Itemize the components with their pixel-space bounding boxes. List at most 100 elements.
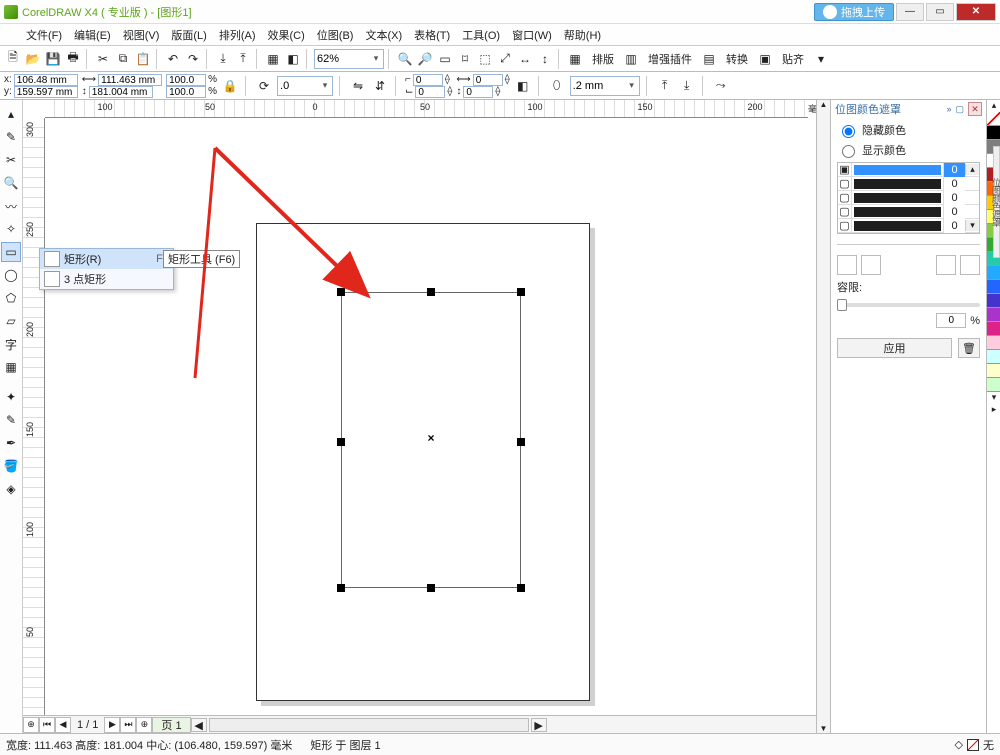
handle-s[interactable] xyxy=(427,584,435,592)
text-tool-icon[interactable]: 字 xyxy=(1,334,21,354)
menu-l[interactable]: 版面(L) xyxy=(165,28,212,44)
vertical-scrollbar[interactable] xyxy=(816,100,830,733)
zoom-width-icon[interactable]: ↔ xyxy=(516,50,534,68)
menu-e[interactable]: 编辑(E) xyxy=(68,28,117,44)
flyout-item-0[interactable]: 矩形(R) F6 xyxy=(40,249,173,269)
mask-scroll-down[interactable]: ▾ xyxy=(965,220,979,231)
save-mask-icon[interactable] xyxy=(936,255,956,275)
radio-show-input[interactable] xyxy=(842,145,855,158)
to-back-icon[interactable]: ⤓ xyxy=(678,77,696,95)
table-tool-icon[interactable]: ▦ xyxy=(1,357,21,377)
horizontal-scrollbar[interactable] xyxy=(209,718,529,732)
page-add-after-button[interactable]: ⊕ xyxy=(136,717,152,733)
shape-tool-icon[interactable]: ✎ xyxy=(1,127,21,147)
handle-se[interactable] xyxy=(517,584,525,592)
ruler-horizontal[interactable]: 毫米 10050050100150200 xyxy=(45,100,808,118)
menu-b[interactable]: 位图(B) xyxy=(311,28,360,44)
tolerance-slider[interactable] xyxy=(837,303,980,307)
height-input[interactable] xyxy=(89,86,153,98)
chevron-down-icon[interactable]: ▾ xyxy=(812,50,830,68)
corner-x-input[interactable] xyxy=(413,74,443,86)
redo-icon[interactable]: ↷ xyxy=(184,50,202,68)
mask-check[interactable]: ▢ xyxy=(838,191,852,204)
welcome-icon[interactable]: ◧ xyxy=(284,50,302,68)
menu-a[interactable]: 排列(A) xyxy=(213,28,262,44)
rectangle-tool-icon[interactable]: ▭ xyxy=(1,242,21,262)
convert-curves-icon[interactable]: ⤳ xyxy=(712,77,730,95)
enhance-icon[interactable]: ▥ xyxy=(622,50,640,68)
mask-swatch[interactable] xyxy=(854,207,941,217)
scale-x-input[interactable] xyxy=(166,74,206,86)
scale-y-input[interactable] xyxy=(166,86,206,98)
open-mask-icon[interactable] xyxy=(960,255,980,275)
dup-x-input[interactable] xyxy=(473,74,503,86)
crop-tool-icon[interactable]: ✂ xyxy=(1,150,21,170)
lock-aspect-icon[interactable]: 🔒 xyxy=(221,77,239,95)
chevron-down-icon[interactable]: ▾ xyxy=(369,53,383,64)
page-last-button[interactable]: ⏭ xyxy=(120,717,136,733)
tolerance-value-input[interactable] xyxy=(936,313,966,328)
menu-x[interactable]: 文本(X) xyxy=(359,28,408,44)
zoom-fit-icon[interactable]: ⤢ xyxy=(496,50,514,68)
mirror-v-icon[interactable]: ⇵ xyxy=(371,77,389,95)
print-icon[interactable]: 🖶 xyxy=(64,50,82,68)
docker-options-button[interactable]: » xyxy=(946,104,951,114)
palette-swatch[interactable] xyxy=(987,350,1000,364)
drawing-area[interactable]: × 矩形(R) F6 3 点矩形 矩形工具 (F6) xyxy=(45,118,808,715)
docker-tab-bitmap-color[interactable]: 位图颜色遮罩 xyxy=(993,146,1000,258)
page-prev-button[interactable]: ◀ xyxy=(55,717,71,733)
palette-swatch[interactable] xyxy=(987,266,1000,280)
zoom-all-icon[interactable]: ⬚ xyxy=(476,50,494,68)
basic-shapes-icon[interactable]: ▱ xyxy=(1,311,21,331)
undo-icon[interactable]: ↶ xyxy=(164,50,182,68)
to-front-icon[interactable]: ⤒ xyxy=(656,77,674,95)
palette-swatch[interactable] xyxy=(987,364,1000,378)
page-next-button[interactable]: ▶ xyxy=(104,717,120,733)
page-tab-1[interactable]: 页 1 xyxy=(152,717,190,733)
docker-close-button[interactable]: ✕ xyxy=(968,102,982,116)
menu-t[interactable]: 表格(T) xyxy=(408,28,456,44)
hscroll-left-button[interactable]: ◀ xyxy=(191,718,207,732)
menu-f[interactable]: 文件(F) xyxy=(20,28,68,44)
grid-icon[interactable]: ▦ xyxy=(566,50,584,68)
rotation-combo[interactable]: ▾ xyxy=(277,76,333,96)
mask-row-3[interactable]: ▢ 0 xyxy=(838,205,979,219)
convert-icon[interactable]: ▤ xyxy=(700,50,718,68)
polygon-tool-icon[interactable]: ⬠ xyxy=(1,288,21,308)
palette-up-button[interactable]: ▴ xyxy=(987,100,1000,112)
mask-row-1[interactable]: ▢ 0 xyxy=(838,177,979,191)
align-button[interactable]: 贴齐 xyxy=(776,49,810,69)
pos-y-input[interactable] xyxy=(14,86,78,98)
pos-x-input[interactable] xyxy=(14,74,78,86)
window-minimize-button[interactable]: — xyxy=(896,3,924,21)
zoom-in-icon[interactable]: 🔍 xyxy=(396,50,414,68)
mask-row-2[interactable]: ▢ 0 xyxy=(838,191,979,205)
palette-down-button[interactable]: ▾ xyxy=(987,392,1000,404)
rotation-input[interactable] xyxy=(278,80,318,92)
flyout-item-1[interactable]: 3 点矩形 xyxy=(40,269,173,289)
zoom-sel-icon[interactable]: ⌑ xyxy=(456,50,474,68)
cut-icon[interactable]: ✂ xyxy=(94,50,112,68)
menu-w[interactable]: 窗口(W) xyxy=(506,28,558,44)
freehand-tool-icon[interactable]: 〰 xyxy=(1,196,21,216)
hscroll-right-button[interactable]: ▶ xyxy=(531,718,547,732)
pick-tool-icon[interactable]: ▴ xyxy=(1,104,21,124)
window-close-button[interactable]: ✕ xyxy=(956,3,996,21)
menu-c[interactable]: 效果(C) xyxy=(262,28,311,44)
zoom-page-icon[interactable]: ▭ xyxy=(436,50,454,68)
chevron-down-icon[interactable]: ▾ xyxy=(318,80,332,91)
mirror-h-icon[interactable]: ⇋ xyxy=(349,77,367,95)
eyedropper-icon[interactable] xyxy=(837,255,857,275)
mask-row-4[interactable]: ▢ 0 ▾ xyxy=(838,219,979,233)
mask-swatch[interactable] xyxy=(854,193,941,203)
palette-swatch[interactable] xyxy=(987,308,1000,322)
mask-check[interactable]: ▢ xyxy=(838,205,852,218)
interactive-tool-icon[interactable]: ✦ xyxy=(1,387,21,407)
mask-swatch[interactable] xyxy=(854,221,941,231)
mask-check[interactable]: ▣ xyxy=(838,163,852,176)
mask-swatch[interactable] xyxy=(854,179,941,189)
mask-color-list[interactable]: ▣ 0 ▴▢ 0 ▢ 0 ▢ 0 xyxy=(837,162,980,234)
fill-indicator[interactable]: ◇ 无 xyxy=(955,737,994,753)
remove-mask-button[interactable]: 🗑 xyxy=(958,338,980,358)
handle-sw[interactable] xyxy=(337,584,345,592)
